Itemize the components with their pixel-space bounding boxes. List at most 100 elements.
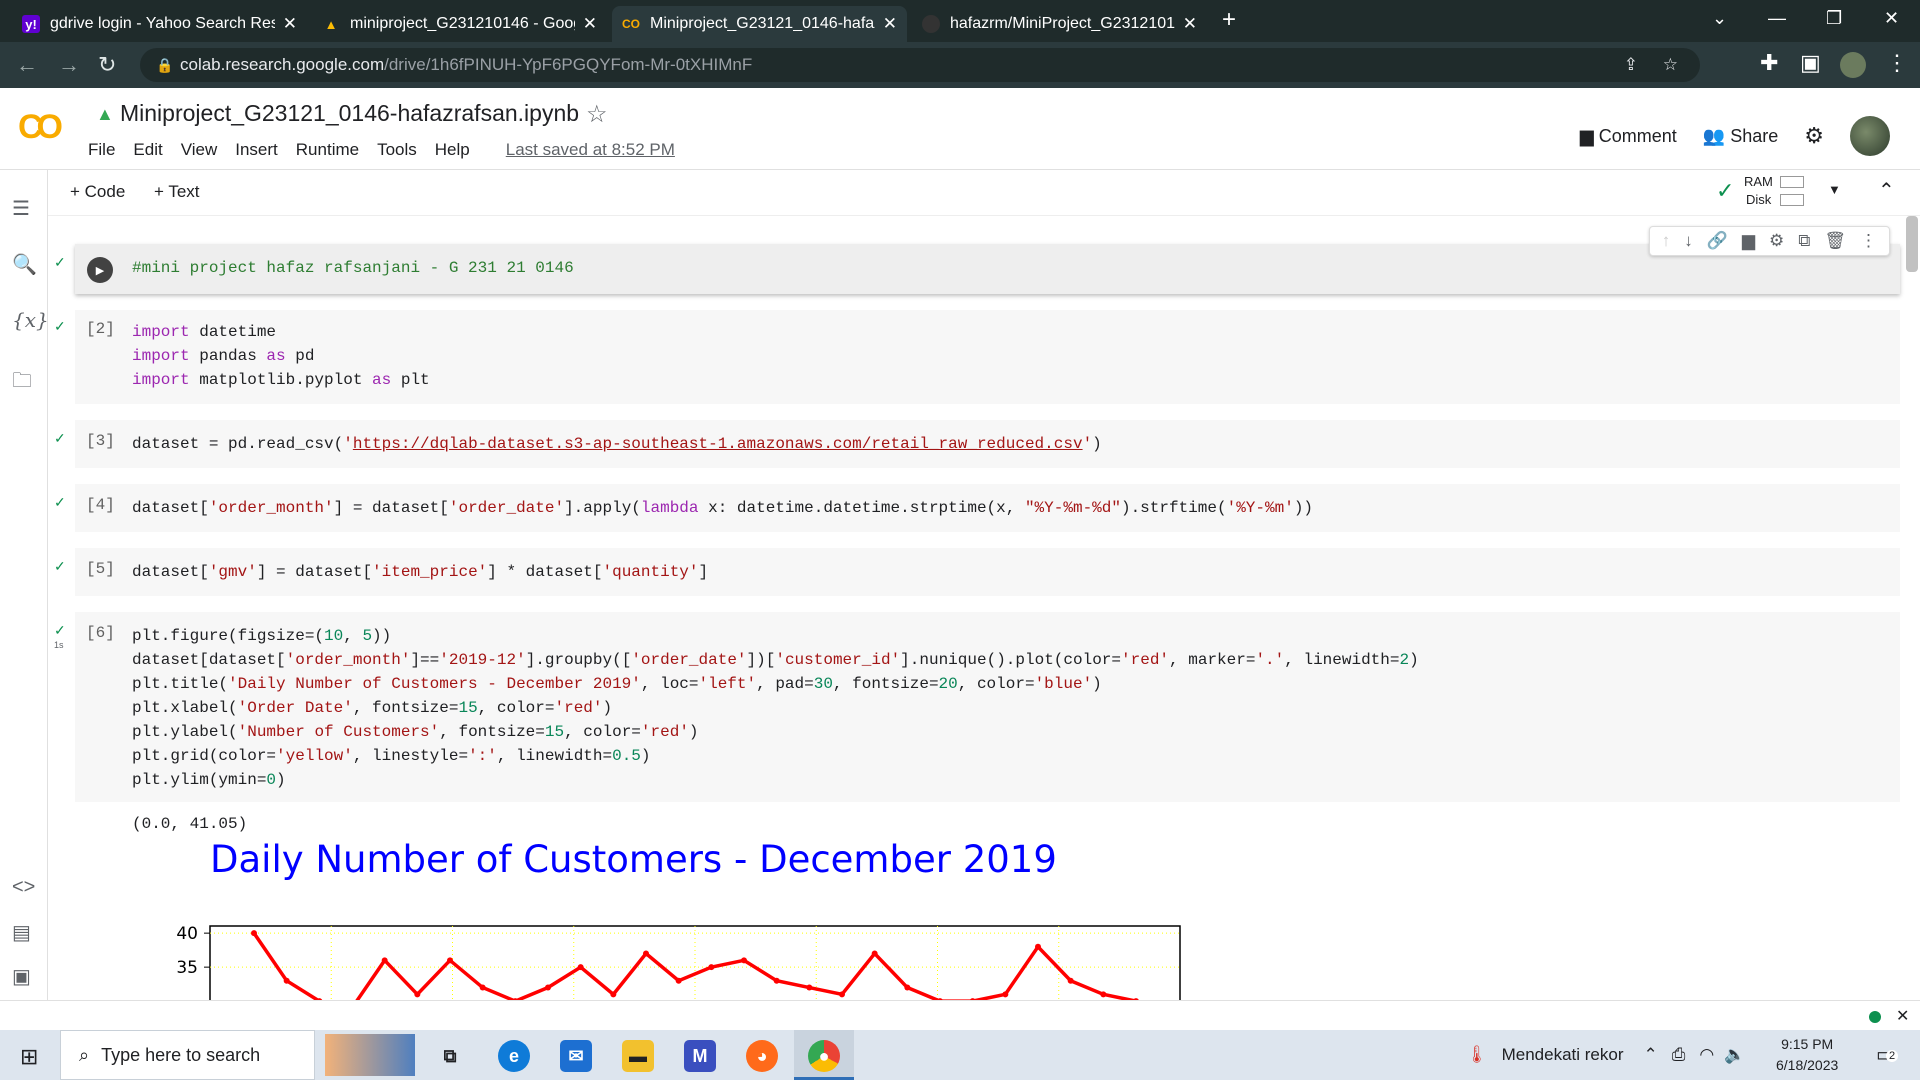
- menu-file[interactable]: File: [88, 140, 115, 160]
- move-down-icon[interactable]: ↓: [1684, 231, 1693, 251]
- browser-menu-icon[interactable]: ⋮: [1886, 50, 1908, 76]
- tab-colab[interactable]: CO Miniproject_G23121_0146-hafazr ✕: [612, 6, 907, 42]
- data-point: [773, 977, 780, 984]
- table-of-contents-icon[interactable]: ☰: [12, 196, 30, 221]
- run-success-check-icon: ✓: [54, 494, 66, 510]
- link-icon[interactable]: 🔗: [1707, 231, 1728, 251]
- avatar[interactable]: [1850, 116, 1890, 156]
- terminal-icon[interactable]: ▣: [12, 964, 31, 989]
- star-icon[interactable]: ☆: [586, 100, 608, 129]
- cell-3-code[interactable]: dataset = pd.read_csv('https://dqlab-dat…: [132, 432, 1102, 456]
- cell-4-code[interactable]: dataset['order_month'] = dataset['order_…: [132, 496, 1313, 520]
- cell-6-code[interactable]: plt.figure(figsize=(10, 5)) dataset[data…: [132, 624, 1419, 792]
- menu-tools[interactable]: Tools: [377, 140, 417, 160]
- clock[interactable]: 9:15 PM 6/18/2023: [1776, 1034, 1838, 1076]
- menu-runtime[interactable]: Runtime: [296, 140, 359, 160]
- tab-yahoo[interactable]: y! gdrive login - Yahoo Search Resu ✕: [12, 6, 307, 42]
- run-cell-button[interactable]: ▶: [87, 257, 113, 283]
- mail-icon[interactable]: ✉: [560, 1040, 592, 1072]
- cell-5-code[interactable]: dataset['gmv'] = dataset['item_price'] *…: [132, 560, 708, 584]
- data-point: [708, 964, 715, 971]
- execution-time: 1s: [54, 640, 64, 650]
- tab-github[interactable]: hafazrm/MiniProject_G23121014 ✕: [912, 6, 1207, 42]
- close-icon[interactable]: ✕: [1183, 14, 1197, 34]
- data-point: [1002, 991, 1009, 998]
- resources-dropdown-icon[interactable]: ▼: [1828, 182, 1841, 197]
- file-explorer-icon[interactable]: ▬: [622, 1040, 654, 1072]
- chevron-up-icon[interactable]: ⌃: [1643, 1045, 1657, 1065]
- comment-button[interactable]: ▆ Comment: [1580, 126, 1677, 147]
- close-icon[interactable]: ✕: [283, 14, 297, 34]
- share-page-icon[interactable]: ⇪: [1624, 55, 1638, 75]
- windows-start-icon[interactable]: ⊞: [20, 1044, 38, 1070]
- command-palette-icon[interactable]: ▤: [12, 920, 31, 945]
- menu-insert[interactable]: Insert: [235, 140, 278, 160]
- taskbar-search[interactable]: ⌕ Type here to search: [60, 1030, 315, 1080]
- run-success-check-icon: ✓: [54, 254, 66, 270]
- device-icon[interactable]: ⎙: [1672, 1045, 1686, 1065]
- volume-icon[interactable]: 🔈: [1724, 1045, 1745, 1065]
- menu-view[interactable]: View: [181, 140, 218, 160]
- restore-icon[interactable]: ❐: [1826, 8, 1842, 29]
- new-tab-icon[interactable]: +: [1222, 6, 1236, 34]
- notebook-title[interactable]: Miniproject_G23121_0146-hafazrafsan.ipyn…: [120, 100, 579, 127]
- profile-avatar[interactable]: [1840, 52, 1866, 78]
- bookmark-star-icon[interactable]: ☆: [1663, 55, 1678, 75]
- cell-2-code[interactable]: import datetime import pandas as pd impo…: [132, 320, 430, 392]
- chevron-down-icon[interactable]: ⌄: [1712, 8, 1727, 29]
- comment-icon[interactable]: ▆: [1742, 231, 1755, 251]
- colab-logo[interactable]: CO: [18, 108, 63, 147]
- delete-icon[interactable]: 🗑: [1824, 231, 1846, 251]
- data-point: [251, 930, 257, 937]
- search-icon[interactable]: 🔍: [12, 252, 37, 277]
- edge-icon[interactable]: e: [498, 1040, 530, 1072]
- data-point: [447, 957, 453, 964]
- share-button[interactable]: 👥 Share: [1703, 126, 1778, 147]
- task-view-icon[interactable]: ⧉: [434, 1040, 466, 1072]
- data-point: [610, 991, 617, 998]
- search-highlight-image: [325, 1034, 415, 1076]
- weather-text[interactable]: Mendekati rekor: [1502, 1045, 1624, 1065]
- settings-gear-icon[interactable]: ⚙: [1804, 123, 1824, 149]
- chrome-icon[interactable]: ●: [808, 1040, 840, 1072]
- data-point: [839, 991, 845, 998]
- side-panel-icon[interactable]: ▣: [1800, 50, 1821, 76]
- window-close-icon[interactable]: ✕: [1884, 8, 1899, 29]
- code-snippets-icon[interactable]: <>: [12, 876, 35, 899]
- close-icon[interactable]: ✕: [583, 14, 597, 34]
- cell-toolbar: ↑ ↓ 🔗 ▆ ⚙ ⧉ 🗑 ⋮: [1648, 226, 1890, 256]
- reload-icon[interactable]: ↻: [98, 52, 116, 78]
- collapse-header-icon[interactable]: ⌃: [1878, 178, 1895, 203]
- minimize-icon[interactable]: —: [1768, 8, 1786, 29]
- browser-tab-strip: y! gdrive login - Yahoo Search Resu ✕ ▲ …: [0, 0, 1920, 42]
- firefox-icon[interactable]: ◕: [746, 1040, 778, 1072]
- data-point: [381, 957, 388, 964]
- notebook-scrollbar[interactable]: [1906, 216, 1918, 272]
- forward-icon[interactable]: →: [58, 52, 80, 78]
- wifi-icon[interactable]: ◠: [1699, 1045, 1714, 1065]
- last-saved-link[interactable]: Last saved at 8:52 PM: [506, 140, 675, 160]
- mirror-cell-icon[interactable]: ⧉: [1798, 231, 1810, 251]
- notification-icon[interactable]: ▭2: [1876, 1042, 1899, 1067]
- add-text-button[interactable]: + Text: [154, 182, 200, 202]
- cell-1-code[interactable]: #mini project hafaz rafsanjani - G 231 2…: [132, 256, 574, 280]
- github-icon: [922, 15, 940, 33]
- files-folder-icon[interactable]: 🗀: [12, 366, 32, 400]
- url-field[interactable]: 🔒 colab.research.google.com/drive/1h6fPI…: [140, 48, 1700, 82]
- back-icon[interactable]: ←: [16, 52, 38, 78]
- close-icon[interactable]: ✕: [883, 14, 897, 34]
- menu-help[interactable]: Help: [435, 140, 470, 160]
- add-code-button[interactable]: + Code: [70, 182, 125, 202]
- colab-icon: CO: [622, 17, 640, 31]
- menu-edit[interactable]: Edit: [133, 140, 162, 160]
- more-options-icon[interactable]: ⋮: [1860, 231, 1877, 251]
- extensions-icon[interactable]: ✚: [1760, 50, 1778, 76]
- cell-settings-icon[interactable]: ⚙: [1769, 231, 1784, 251]
- tab-drive[interactable]: ▲ miniproject_G231210146 - Googl ✕: [312, 6, 607, 42]
- move-up-icon[interactable]: ↑: [1662, 231, 1671, 251]
- data-point: [1067, 977, 1074, 984]
- close-status-icon[interactable]: ✕: [1896, 1006, 1909, 1026]
- vscode-icon[interactable]: M: [684, 1040, 716, 1072]
- google-drive-icon: ▲: [324, 16, 338, 32]
- variables-icon[interactable]: {x}: [12, 308, 49, 332]
